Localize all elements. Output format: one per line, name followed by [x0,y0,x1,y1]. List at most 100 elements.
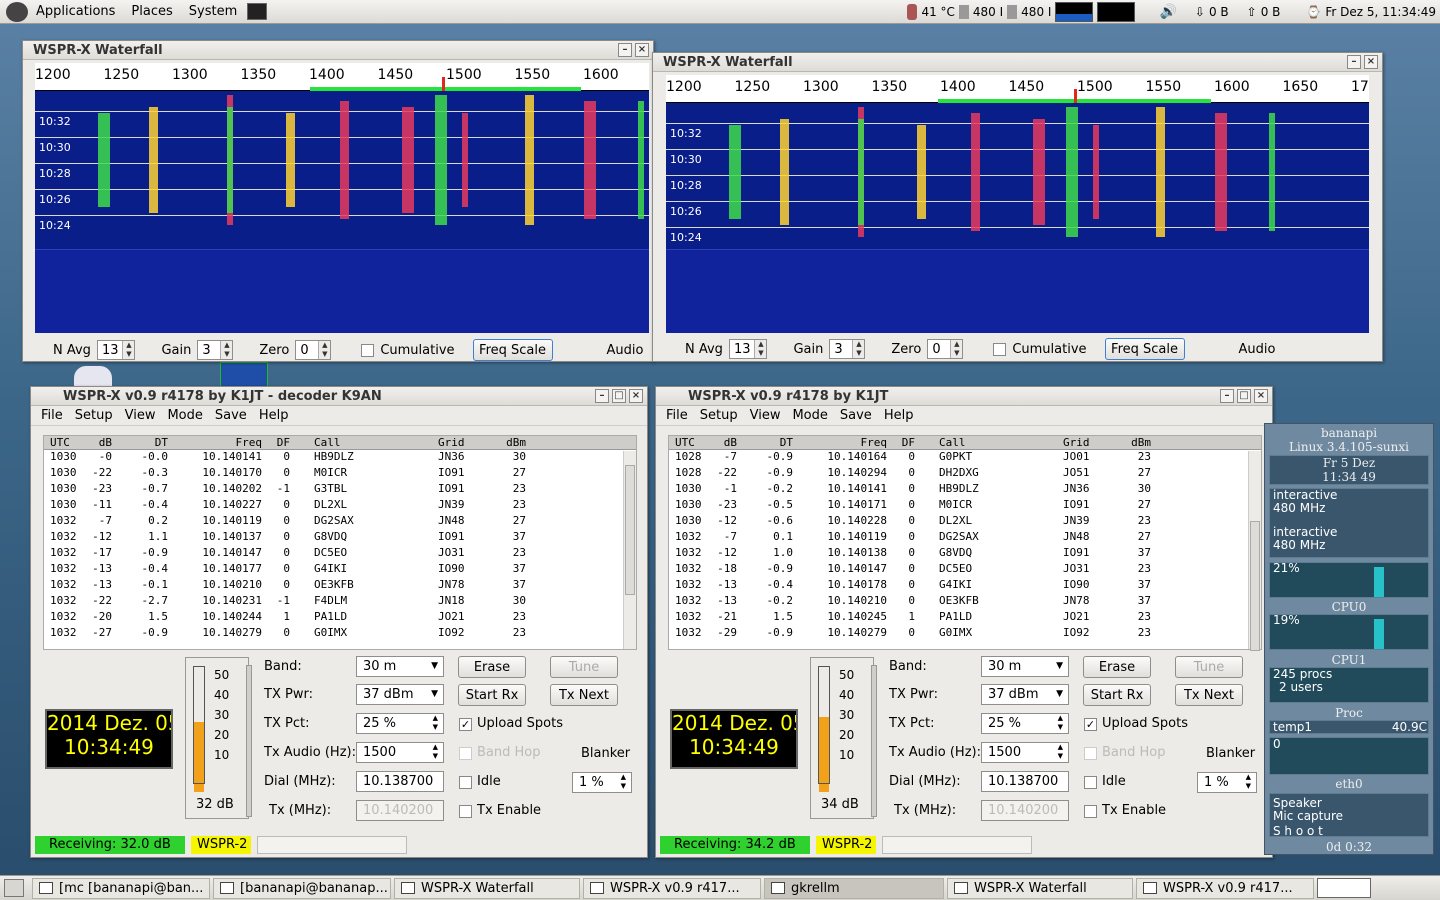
column-header-call[interactable]: Call [939,436,1029,449]
table-row[interactable]: 1032 -12 1.1 10.140137 0 G8VDQ IO91 37 [44,530,636,546]
column-header-grid[interactable]: Grid [438,436,488,449]
spin-arrows-icon[interactable]: ▲ ▼ [220,341,233,359]
menu-places[interactable]: Places [123,4,180,19]
zero-spinbox[interactable]: 0 ▲ ▼ [295,340,332,360]
table-row[interactable]: 1032 -12 1.0 10.140138 0 G8VDQ IO91 37 [669,546,1261,562]
spin-arrows-icon[interactable]: ▲ ▼ [433,743,438,761]
start-rx-button[interactable]: Start Rx [1083,684,1151,706]
table-row[interactable]: 1028 -7 -0.9 10.140164 0 G0PKT JO01 23 [669,450,1261,466]
menu-file[interactable]: File [35,408,69,423]
window-title[interactable]: WSPR-X Waterfall – × [653,53,1382,72]
column-header-freq[interactable]: Freq [815,436,888,449]
zero-spinbox[interactable]: 0 ▲ ▼ [927,339,964,359]
task-wsprx-1[interactable]: WSPR-X v0.9 r417... [583,877,761,899]
network-monitor-graph[interactable] [1097,2,1136,22]
spin-arrows-icon[interactable]: ▲ ▼ [1058,743,1063,761]
table-row[interactable]: 1030 -23 -0.5 10.140171 0 M0ICR IO91 27 [669,498,1261,514]
table-row[interactable]: 1032 -7 0.1 10.140119 0 DG2SAX JN48 27 [669,530,1261,546]
level-slider[interactable] [871,665,877,817]
erase-button[interactable]: Erase [1083,656,1151,678]
scrollbar-thumb[interactable] [1250,521,1260,651]
spin-arrows-icon[interactable]: ▲ ▼ [754,340,767,358]
menu-help[interactable]: Help [878,408,920,423]
menu-system[interactable]: System [181,4,245,19]
waterfall-display[interactable]: 120012501300135014001450150015501600165 … [35,63,649,333]
dial-input[interactable]: 10.138700 [981,771,1069,792]
table-row[interactable]: 1032 -17 -0.9 10.140147 0 DC5EO JO31 23 [44,546,636,562]
tx-enable-checkbox[interactable] [459,805,472,818]
table-row[interactable]: 1032 -13 -0.2 10.140210 0 OE3KFB JN78 37 [669,594,1261,610]
desktop-icon-globe[interactable] [220,362,268,388]
close-icon[interactable]: × [1364,55,1378,69]
level-slider[interactable] [246,665,252,817]
task-waterfall-1[interactable]: WSPR-X Waterfall [394,877,580,899]
menu-file[interactable]: File [660,408,694,423]
panel-clock[interactable]: Fr Dez 5, 11:34:49 [1325,5,1436,19]
column-header-utc[interactable]: UTC [50,436,80,449]
txpct-spinbox[interactable]: 25 % ▲ ▼ [981,713,1069,734]
column-header-df[interactable]: DF [272,436,290,449]
spin-arrows-icon[interactable]: ▲ ▼ [621,773,626,791]
system-monitor-graph[interactable] [1055,2,1094,22]
workspace-switcher[interactable] [1317,878,1371,898]
table-row[interactable]: 1032 -22 -2.7 10.140231 -1 F4DLM JN18 30 [44,594,636,610]
gain-spinbox[interactable]: 3 ▲ ▼ [197,340,234,360]
start-rx-button[interactable]: Start Rx [458,684,526,706]
gain-spinbox[interactable]: 3 ▲ ▼ [829,339,866,359]
menu-mode[interactable]: Mode [786,408,833,423]
freq-scale-button[interactable]: Freq Scale [472,339,553,361]
table-row[interactable]: 1030 -23 -0.7 10.140202 -1 G3TBL IO91 23 [44,482,636,498]
table-row[interactable]: 1030 -1 -0.2 10.140141 0 HB9DLZ JN36 30 [669,482,1261,498]
upload-spots-checkbox[interactable]: ✓ [459,718,472,731]
show-desktop-icon[interactable] [4,879,24,897]
minimize-icon[interactable]: – [1347,55,1361,69]
close-icon[interactable]: × [1254,389,1268,403]
table-row[interactable]: 1032 -21 1.5 10.140245 1 PA1LD JO21 23 [669,610,1261,626]
spin-arrows-icon[interactable]: ▲ ▼ [1246,773,1251,791]
tx-enable-checkbox[interactable] [1084,805,1097,818]
column-header-dt[interactable]: DT [753,436,793,449]
table-row[interactable]: 1032 -20 1.5 10.140244 1 PA1LD JO21 23 [44,610,636,626]
tx-next-button[interactable]: Tx Next [550,684,618,706]
column-header-grid[interactable]: Grid [1063,436,1113,449]
spin-arrows-icon[interactable]: ▲ ▼ [950,340,963,358]
menu-save[interactable]: Save [209,408,253,423]
terminal-launcher-icon[interactable] [247,3,268,20]
window-title[interactable]: WSPR-X v0.9 r4178 by K1JT - decoder K9AN… [31,387,647,406]
scrollbar-thumb[interactable] [625,465,635,595]
table-row[interactable]: 1032 -13 -0.4 10.140177 0 G4IKI IO90 37 [44,562,636,578]
column-header-db[interactable]: dB [711,436,737,449]
decode-table[interactable]: UTC dB DT Freq DF Call Grid dBm 1030 -0 -0.0 10.14… [43,435,637,650]
menu-help[interactable]: Help [253,408,295,423]
navg-spinbox[interactable]: 13 ▲ ▼ [728,339,768,359]
blanker-spinbox[interactable]: 1 % ▲ ▼ [1197,772,1257,793]
window-title[interactable]: WSPR-X v0.9 r4178 by K1JT – □ × [656,387,1272,406]
dial-input[interactable]: 10.138700 [356,771,444,792]
task-gkrellm[interactable]: gkrellm [764,877,944,899]
gk-mic[interactable]: Mic capture [1273,809,1343,823]
menu-view[interactable]: View [744,408,787,423]
blanker-spinbox[interactable]: 1 % ▲ ▼ [572,772,632,793]
table-row[interactable]: 1032 -13 -0.4 10.140178 0 G4IKI IO90 37 [669,578,1261,594]
menu-view[interactable]: View [119,408,162,423]
table-row[interactable]: 1030 -12 -0.6 10.140228 0 DL2XL JN39 23 [669,514,1261,530]
txaudio-spinbox[interactable]: 1500 ▲ ▼ [356,742,444,763]
txpct-spinbox[interactable]: 25 % ▲ ▼ [356,713,444,734]
table-row[interactable]: 1032 -29 -0.9 10.140279 0 G0IMX IO92 23 [669,626,1261,642]
gnome-foot-icon[interactable] [6,1,28,22]
maximize-icon[interactable]: □ [1237,389,1251,403]
menu-setup[interactable]: Setup [694,408,744,423]
spin-arrows-icon[interactable]: ▲ ▼ [122,341,135,359]
freq-scale-button[interactable]: Freq Scale [1104,338,1185,360]
txpwr-combo[interactable]: 37 dBm ▼ [356,684,444,705]
close-icon[interactable]: × [629,389,643,403]
idle-checkbox[interactable] [459,776,472,789]
idle-checkbox[interactable] [1084,776,1097,789]
minimize-icon[interactable]: – [595,389,609,403]
minimize-icon[interactable]: – [1220,389,1234,403]
spin-arrows-icon[interactable]: ▲ ▼ [318,341,331,359]
column-header-dbm[interactable]: dBm [1127,436,1151,449]
table-row[interactable]: 1028 -22 -0.9 10.140294 0 DH2DXG JO51 27 [669,466,1261,482]
task-mc[interactable]: [mc [bananapi@ban... [32,877,210,899]
spin-arrows-icon[interactable]: ▲ ▼ [433,714,438,732]
